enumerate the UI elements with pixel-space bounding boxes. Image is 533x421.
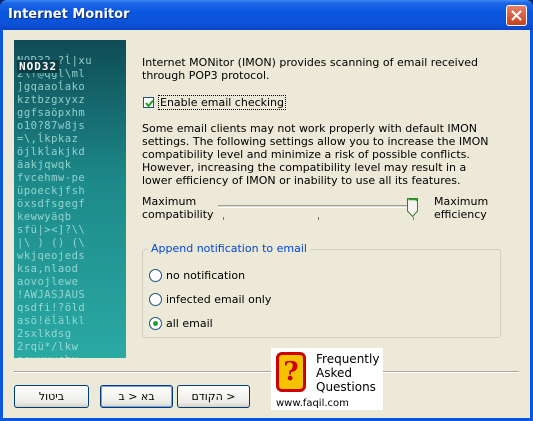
slider-min-label-line1: Maximum [142,195,197,208]
watermark-line3: Questions [316,380,376,394]
radio-label[interactable]: all email [166,317,213,330]
faq-watermark: ? Frequently Asked Questions www.faqil.c… [271,348,383,410]
enable-email-checkbox[interactable] [143,97,154,108]
watermark-line1: Frequently [316,352,380,366]
slider-min-label-line2: compatibility [142,208,214,221]
enable-email-checking-label[interactable]: Enable email checking [158,95,287,110]
radio-button[interactable] [149,269,162,282]
compatibility-slider-thumb[interactable] [407,198,418,217]
back-button[interactable]: בא < ב [100,385,173,408]
radio-selected-dot [153,321,158,326]
close-icon [511,10,522,21]
radio-all-email[interactable]: all email [149,317,213,330]
slider-min-label: Maximum compatibility [142,195,214,221]
slider-tick [413,217,414,220]
radio-label[interactable]: infected email only [166,293,271,306]
slider-max-label-line2: efficiency [434,208,487,221]
title-bar[interactable]: Internet Monitor [0,0,533,30]
close-button[interactable] [506,5,527,26]
checkmark-icon [145,99,154,108]
watermark-url: www.faqil.com [276,398,349,409]
compatibility-slider-track[interactable] [218,205,418,208]
watermark-line2: Asked [316,366,352,380]
intro-text: Internet MONitor (IMON) provides scannin… [142,56,478,82]
notification-group-title: Append notification to email [148,242,310,255]
radio-infected-email-only[interactable]: infected email only [149,293,271,306]
button-separator [14,371,519,373]
enable-email-checking[interactable]: Enable email checking [143,95,287,110]
nod32-logo: NOD32 [17,60,60,73]
window-title: Internet Monitor [8,7,130,22]
dialog-body: NOD32 ?ĺ|xu 2\?@qgl\ml ]gqaaoĺako kztbzg… [3,30,530,418]
compatibility-description: Some email clients may not work properly… [142,122,489,187]
banner-glyphs: NOD32 ?ĺ|xu 2\?@qgl\ml ]gqaaoĺako kztbzg… [17,55,93,358]
radio-label[interactable]: no notification [166,269,245,282]
dialog-window: Internet Monitor NOD32 ?ĺ|xu 2\?@qgl\ml … [0,0,533,421]
slider-max-label: Maximum efficiency [434,195,488,221]
slider-tick [223,217,224,220]
slider-tick [318,217,319,220]
next-button[interactable]: הקודם > [177,385,250,408]
nod32-banner-image: NOD32 ?ĺ|xu 2\?@qgl\ml ]gqaaoĺako kztbzg… [14,40,126,358]
radio-button[interactable] [149,293,162,306]
radio-no-notification[interactable]: no notification [149,269,245,282]
radio-button-selected[interactable] [149,317,162,330]
cancel-button[interactable]: ביטול [14,385,89,408]
slider-max-label-line1: Maximum [434,195,489,208]
question-mark-icon: ? [276,352,306,392]
